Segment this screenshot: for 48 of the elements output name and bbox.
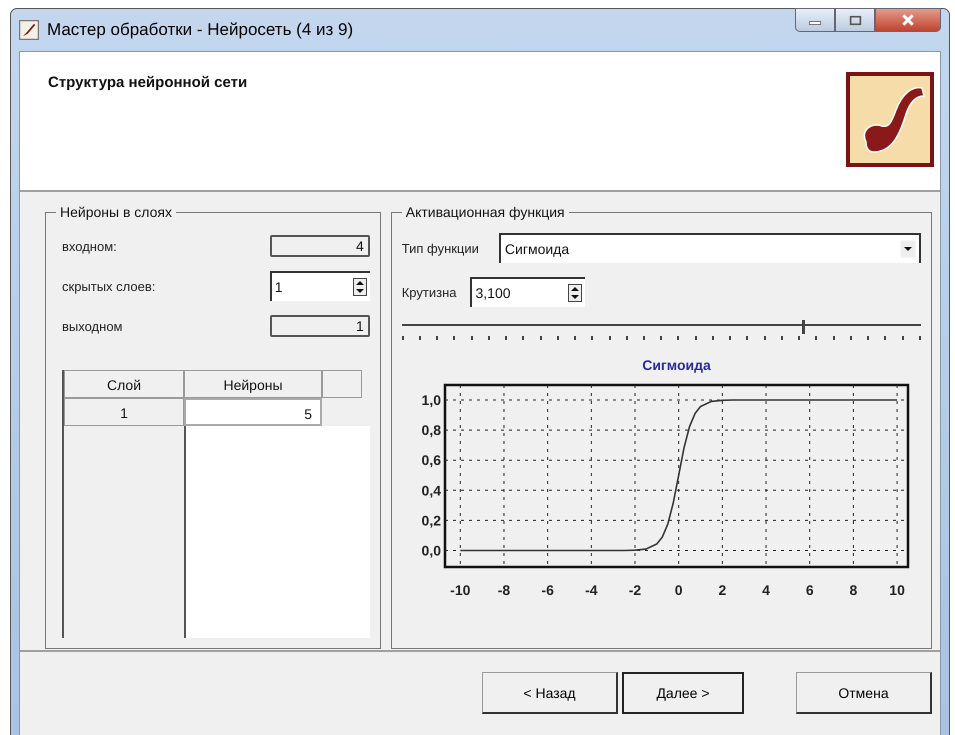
- y-tick-label: 1,0: [421, 392, 441, 408]
- x-tick-label: -10: [450, 582, 470, 598]
- row-header-cell: 1: [64, 398, 184, 426]
- field-label: скрытых слоев:: [62, 278, 156, 294]
- table-cell[interactable]: 5: [184, 398, 322, 426]
- readonly-field: 1: [270, 315, 370, 337]
- x-tick-label: 6: [806, 582, 814, 598]
- y-tick-label: 0,4: [421, 482, 441, 498]
- field-label: Тип функции: [402, 240, 479, 256]
- column-header: Нейроны: [184, 370, 322, 398]
- wizard-button[interactable]: Далее >: [622, 672, 744, 714]
- maximize-icon[interactable]: [848, 14, 862, 26]
- window-title: Мастер обработки - Нейросеть (4 из 9): [47, 20, 354, 40]
- close-icon[interactable]: [901, 13, 915, 27]
- x-tick-label: -4: [584, 582, 598, 598]
- x-tick-label: 8: [849, 582, 858, 598]
- minimize-button[interactable]: [795, 8, 835, 32]
- y-tick-label: 0,2: [421, 512, 441, 528]
- x-tick-label: 0: [674, 582, 682, 598]
- readonly-field: 4: [270, 235, 370, 257]
- y-tick-label: 0,8: [421, 422, 441, 438]
- x-tick-label: 2: [718, 582, 726, 598]
- field-label: входном:: [62, 238, 117, 254]
- x-tick-label: -6: [541, 582, 554, 598]
- function-dropdown[interactable]: Сигмоида: [498, 233, 921, 263]
- spin-arrows-icon[interactable]: [568, 282, 582, 304]
- close-button[interactable]: [875, 8, 941, 32]
- group-title: Активационная функция: [404, 204, 566, 220]
- spin-field[interactable]: 1: [270, 271, 370, 301]
- field-label: выходном: [62, 318, 122, 334]
- x-tick-label: 10: [889, 582, 905, 598]
- column-header: Слой: [64, 370, 184, 398]
- slider-thumb[interactable]: [802, 320, 805, 334]
- spin-field[interactable]: 3,100: [470, 277, 586, 307]
- group-title: Нейроны в слоях: [59, 204, 173, 220]
- field-label: Крутизна: [402, 284, 456, 300]
- x-tick-label: -2: [628, 582, 641, 598]
- wizard-button[interactable]: < Назад: [482, 672, 618, 714]
- spin-arrows-icon[interactable]: [352, 276, 367, 298]
- y-tick-label: 0,0: [421, 542, 441, 558]
- x-tick-label: 4: [762, 582, 770, 598]
- maximize-button[interactable]: [835, 8, 875, 32]
- wizard-button[interactable]: Отмена: [796, 672, 932, 714]
- pipe-logo-icon: [846, 72, 934, 167]
- x-tick-label: -8: [497, 582, 510, 598]
- chart-title: Сигмоида: [642, 357, 711, 373]
- step-title: Структура нейронной сети: [48, 74, 248, 91]
- y-tick-label: 0,6: [421, 452, 441, 468]
